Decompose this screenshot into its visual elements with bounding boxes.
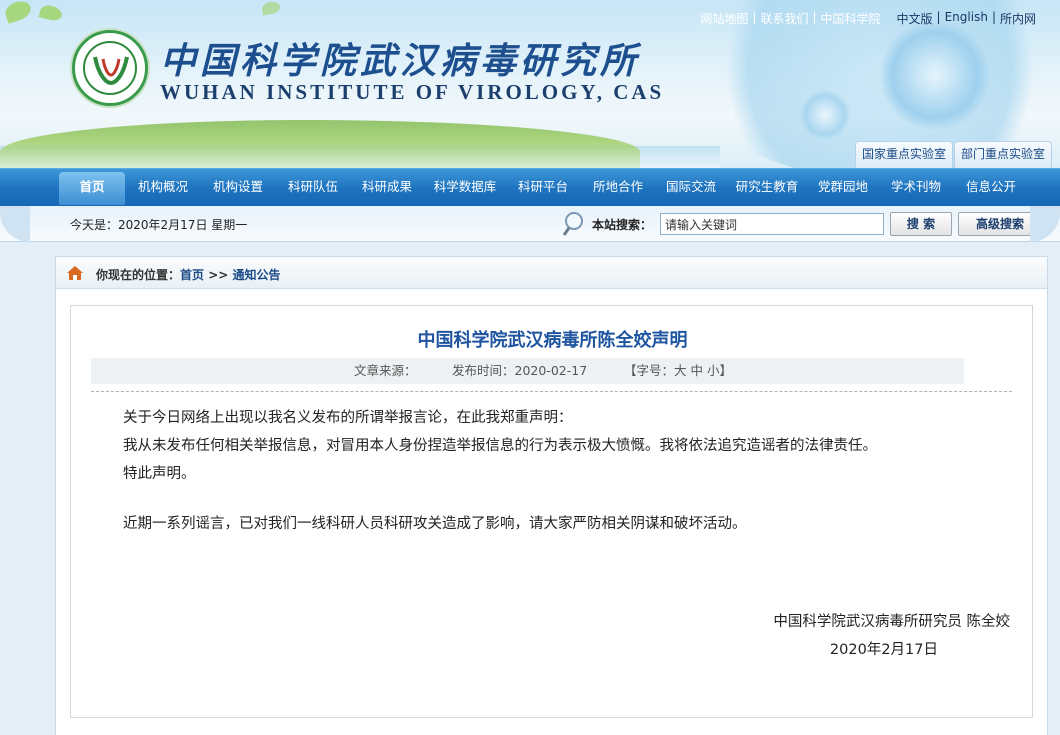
nav-research-team[interactable]: 科研队伍 <box>275 169 351 205</box>
leaf-decoration <box>2 0 34 24</box>
breadcrumb-home[interactable]: 首页 <box>180 268 204 282</box>
article-source: 文章来源： <box>354 363 417 378</box>
link-intranet[interactable]: 所内网 <box>996 10 1040 27</box>
search-button[interactable]: 搜 索 <box>890 212 952 236</box>
breadcrumb-text: 你现在的位置：首页 >> 通知公告 <box>96 266 281 283</box>
virus-illustration-small <box>800 90 850 140</box>
grass-decoration <box>0 120 640 168</box>
search-bar: 今天是：2020年2月17日 星期一 本站搜索： 搜 索 高级搜索 <box>0 206 1060 242</box>
nav-graduate-education[interactable]: 研究生教育 <box>725 169 809 205</box>
site-name-chinese: 中国科学院武汉病毒研究所 <box>160 40 641 82</box>
leaf-decoration <box>38 3 64 23</box>
advanced-search-button[interactable]: 高级搜索 <box>958 212 1042 236</box>
nav-journals[interactable]: 学术刊物 <box>877 169 955 205</box>
breadcrumb-current[interactable]: 通知公告 <box>233 268 281 282</box>
breadcrumb-prefix: 你现在的位置： <box>96 268 181 282</box>
today-date: 今天是：2020年2月17日 星期一 <box>70 218 248 232</box>
article-paragraph: 特此声明。 <box>123 466 196 482</box>
nav-party-garden[interactable]: 党群园地 <box>809 169 877 205</box>
article-publish-time: 发布时间：2020-02-17 <box>452 363 588 378</box>
tab-national-key-lab[interactable]: 国家重点实验室 <box>855 141 954 168</box>
link-contact[interactable]: 联系我们 <box>756 10 812 27</box>
nav-science-database[interactable]: 科学数据库 <box>423 169 507 205</box>
nav-home[interactable]: 首页 <box>59 172 125 205</box>
nav-overview[interactable]: 机构概况 <box>125 169 201 205</box>
institute-logo[interactable] <box>72 30 148 106</box>
main-navigation: 首页 机构概况 机构设置 科研队伍 科研成果 科学数据库 科研平台 所地合作 国… <box>0 168 1060 206</box>
article-box: 中国科学院武汉病毒所陈全姣声明 文章来源： 发布时间：2020-02-17 【字… <box>70 305 1033 718</box>
link-chinese[interactable]: 中文版 <box>893 10 937 27</box>
signature-date: 2020年2月17日 <box>829 642 938 658</box>
signature-name: 中国科学院武汉病毒所研究员 陈全姣 <box>773 614 1010 630</box>
article-paragraph: 我从未发布任何相关举报信息，对冒用本人身份捏造举报信息的行为表示极大愤慨。我将依… <box>123 438 877 454</box>
font-size-control[interactable]: 【字号：大 中 小】 <box>624 358 732 384</box>
breadcrumb-separator: >> <box>208 268 229 282</box>
nav-research-platform[interactable]: 科研平台 <box>507 169 579 205</box>
magnifier-icon <box>563 212 583 236</box>
link-sitemap[interactable]: 网站地图 <box>696 10 752 27</box>
nav-departments[interactable]: 机构设置 <box>201 169 275 205</box>
article-signature: 中国科学院武汉病毒所研究员 陈全姣 2020年2月17日 <box>773 608 1010 664</box>
article-title: 中国科学院武汉病毒所陈全姣声明 <box>417 330 688 351</box>
nav-info-disclosure[interactable]: 信息公开 <box>955 169 1027 205</box>
link-english[interactable]: English <box>941 10 992 27</box>
leaf-decoration <box>261 0 281 16</box>
article-paragraph: 近期一系列谣言，已对我们一线科研人员科研攻关造成了影响，请大家严防相关阴谋和破坏… <box>123 516 747 532</box>
tab-department-key-lab[interactable]: 部门重点实验室 <box>954 141 1053 168</box>
virus-illustration <box>880 20 990 130</box>
search-label: 本站搜索： <box>592 218 653 232</box>
search-input[interactable] <box>660 213 884 235</box>
nav-local-cooperation[interactable]: 所地合作 <box>579 169 657 205</box>
nav-international[interactable]: 国际交流 <box>657 169 725 205</box>
content-panel: 你现在的位置：首页 >> 通知公告 中国科学院武汉病毒所陈全姣声明 文章来源： … <box>55 256 1048 735</box>
breadcrumb: 你现在的位置：首页 >> 通知公告 <box>56 257 1047 289</box>
divider <box>91 391 1012 392</box>
article-paragraph: 关于今日网络上出现以我名义发布的所谓举报言论，在此我郑重声明： <box>123 410 573 426</box>
link-cas[interactable]: 中国科学院 <box>817 10 885 27</box>
top-links: 网站地图 | 联系我们 | 中国科学院 中文版 | English | 所内网 <box>696 10 1040 27</box>
logo-emblem-icon <box>93 56 129 85</box>
home-icon <box>67 266 83 280</box>
article-meta: 文章来源： 发布时间：2020-02-17 【字号：大 中 小】 <box>91 358 964 384</box>
article-body: 关于今日网络上出现以我名义发布的所谓举报言论，在此我郑重声明： 我从未发布任何相… <box>123 404 1003 538</box>
site-name-english: WUHAN INSTITUTE OF VIROLOGY, CAS <box>160 80 665 104</box>
nav-research-results[interactable]: 科研成果 <box>351 169 423 205</box>
site-header: 中国科学院武汉病毒研究所 WUHAN INSTITUTE OF VIROLOGY… <box>0 0 1060 168</box>
